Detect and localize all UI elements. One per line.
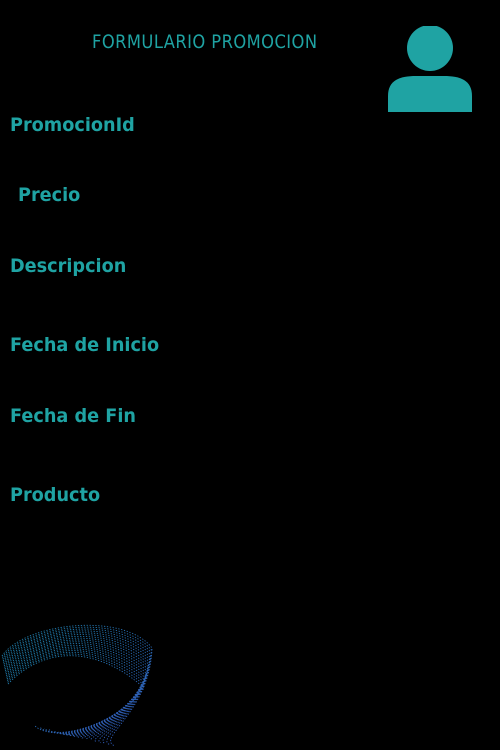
wave-line bbox=[3, 634, 151, 741]
user-avatar-icon bbox=[388, 26, 472, 112]
wave-line bbox=[2, 628, 152, 745]
wave-line bbox=[6, 648, 147, 735]
fecha-inicio-label: Fecha de Inicio bbox=[10, 334, 160, 356]
producto-label: Producto bbox=[10, 484, 101, 506]
wave-pattern-decoration bbox=[1, 624, 153, 747]
precio-label: Precio bbox=[18, 184, 81, 206]
wave-line bbox=[7, 653, 146, 734]
fecha-fin-label: Fecha de Fin bbox=[10, 405, 136, 427]
wave-line bbox=[3, 635, 150, 740]
wave-line bbox=[6, 651, 146, 734]
wave-line bbox=[1, 626, 152, 746]
descripcion-label: Descripcion bbox=[10, 255, 127, 277]
wave-line bbox=[4, 639, 149, 738]
promocion-id-label: PromocionId bbox=[10, 114, 135, 136]
wave-line bbox=[2, 630, 152, 743]
form-title: FORMULARIO PROMOCION bbox=[92, 31, 318, 53]
promotion-form-page: FORMULARIO PROMOCION PromocionId Precio … bbox=[0, 0, 500, 750]
